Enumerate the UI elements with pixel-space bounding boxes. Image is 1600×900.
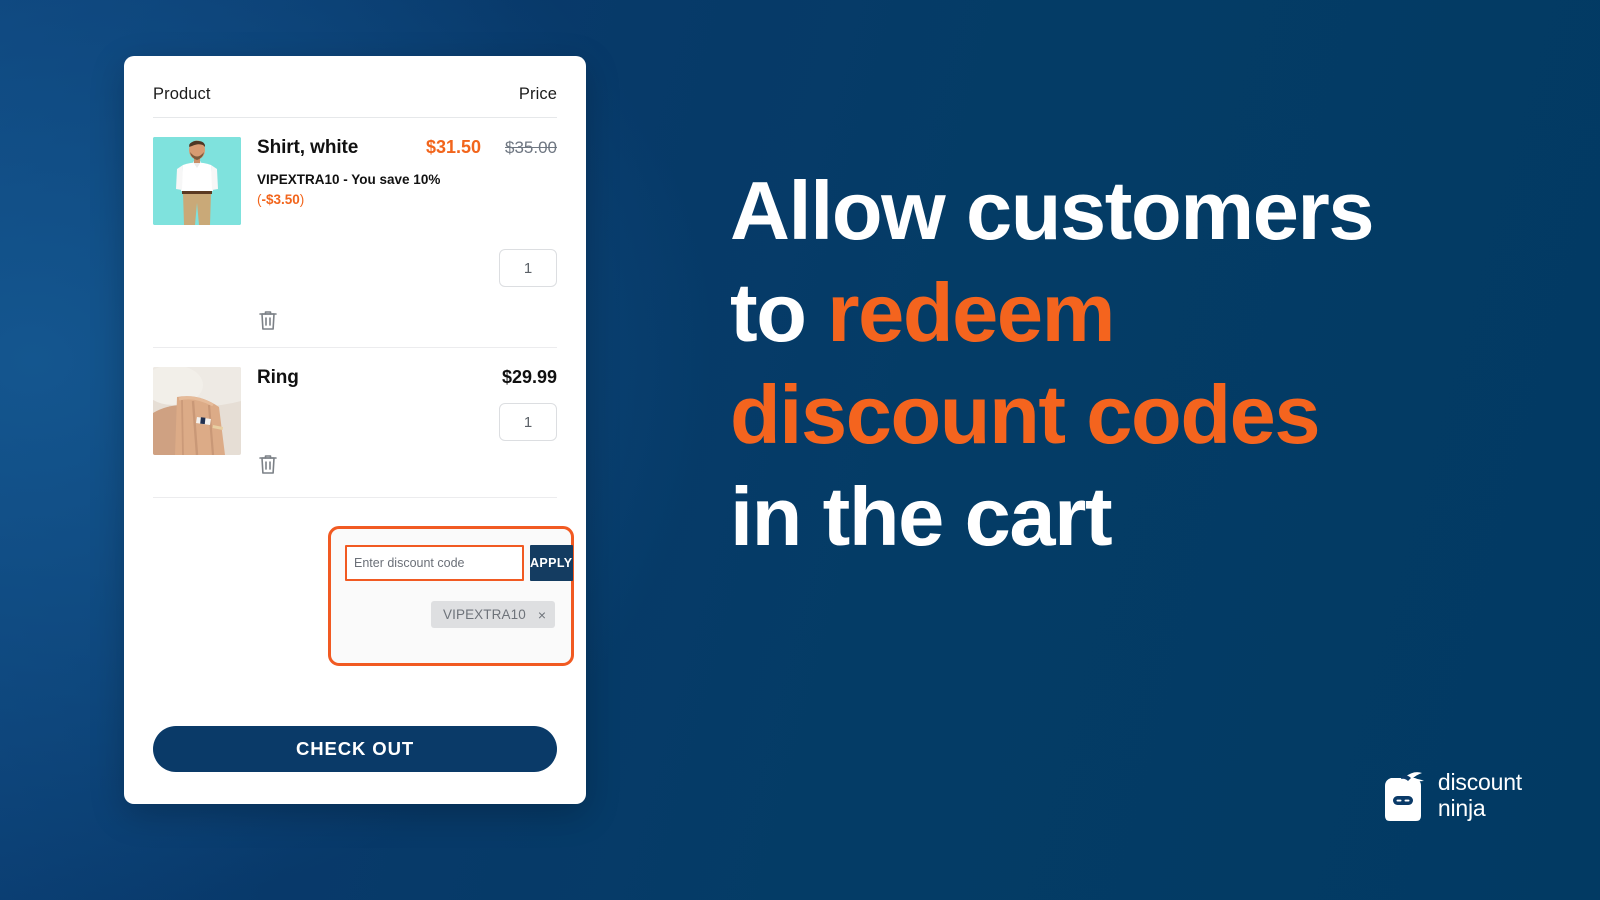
product-name: Shirt, white [257,137,359,158]
trash-icon[interactable] [257,452,279,476]
discount-code-input[interactable] [345,545,524,581]
discount-paren-close: ) [299,191,305,207]
apply-discount-button[interactable]: APPLY [530,545,573,581]
close-icon[interactable]: × [538,608,546,622]
discount-ninja-tag-icon [1384,772,1424,821]
trash-icon[interactable] [257,308,279,332]
product-thumbnail-shirt[interactable] [153,137,241,225]
product-details-shirt: Shirt, white $31.50 $35.00 VIPEXTRA10 - … [241,137,557,333]
discount-code-entry: APPLY [345,545,573,581]
product-thumbnail-ring[interactable] [153,367,241,455]
logo-wordmark: discount ninja [1437,769,1522,822]
page-title: Allow customers to redeem discount codes… [730,160,1530,568]
table-row: Ring $29.99 1 [153,348,557,498]
applied-codes-list: VIPEXTRA10 × [345,601,557,628]
product-price: $29.99 [501,367,557,387]
discount-amount-value: -$3.50 [261,191,300,207]
headline-line-2: to redeem [730,262,1530,364]
column-header-product: Product [153,85,211,103]
checkout-button[interactable]: CHECK OUT [153,726,557,772]
discount-code-section: APPLY VIPEXTRA10 × [328,526,574,666]
discount-description: VIPEXTRA10 - You save 10% [257,172,441,187]
headline-line-4: in the cart [730,470,1113,564]
logo-line-2: ninja [1437,795,1486,821]
headline-line-2-prefix: to [730,266,828,360]
discount-amount-line: (-$3.50) [257,192,557,207]
headline-accent-redeem: redeem [827,266,1115,360]
cart-card: Product Price Shirt, white $31.50 $35.00… [124,56,586,804]
quantity-stepper-shirt[interactable]: 1 [499,249,557,287]
product-compare-price: $35.00 [505,138,557,157]
quantity-stepper-ring[interactable]: 1 [499,403,557,441]
table-row: Shirt, white $31.50 $35.00 VIPEXTRA10 - … [153,118,557,348]
applied-code-label: VIPEXTRA10 [443,607,526,622]
headline-line-1: Allow customers [730,164,1375,257]
headline-accent-discount-codes: discount codes [730,368,1321,462]
discount-ninja-logo: discount ninja [1381,769,1522,822]
logo-line-1: discount [1437,769,1522,796]
applied-code-chip: VIPEXTRA10 × [431,601,555,628]
column-header-price: Price [518,85,557,103]
product-name: Ring [257,367,299,388]
cart-table-header: Product Price [153,56,557,118]
product-sale-price: $31.50 [425,137,481,157]
